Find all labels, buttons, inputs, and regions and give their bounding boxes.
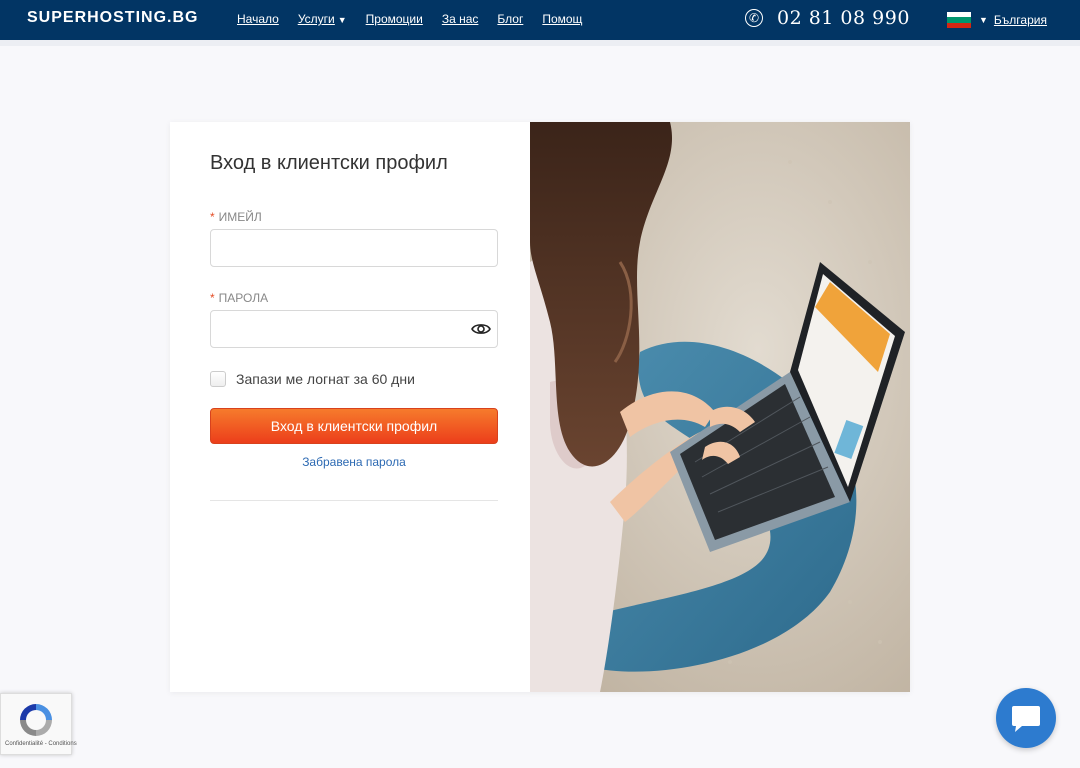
chevron-down-icon: ▼ xyxy=(979,15,988,25)
phone-number: 02 81 08 990 xyxy=(777,7,910,29)
woman-with-laptop-image xyxy=(530,122,910,692)
nav-blog[interactable]: Блог xyxy=(497,12,523,26)
required-mark: * xyxy=(210,291,215,305)
email-field[interactable] xyxy=(210,229,498,267)
nav-help[interactable]: Помощ xyxy=(542,12,582,26)
remember-checkbox[interactable] xyxy=(210,371,226,387)
nav-about[interactable]: За нас xyxy=(442,12,479,26)
nav-services-label: Услуги xyxy=(297,12,335,26)
language-label[interactable]: България xyxy=(994,13,1047,27)
remember-label: Запази ме логнат за 60 дни xyxy=(236,371,415,387)
email-label: * ИМЕЙЛ xyxy=(210,210,498,224)
password-label-text: ПАРОЛА xyxy=(218,291,269,305)
nav-services[interactable]: Услуги ▼ xyxy=(298,12,347,26)
login-card: Вход в клиентски профил * ИМЕЙЛ * ПАРОЛА З… xyxy=(170,122,910,692)
site-logo[interactable]: SUPERHOSTING.BG xyxy=(27,9,198,27)
recaptcha-badge[interactable]: Confidentialité - Conditions xyxy=(0,693,77,755)
password-label: * ПАРОЛА xyxy=(210,291,498,305)
chat-button[interactable] xyxy=(996,688,1056,748)
chevron-down-icon: ▼ xyxy=(337,15,347,25)
recaptcha-links[interactable]: Confidentialité - Conditions xyxy=(5,741,77,747)
email-label-text: ИМЕЙЛ xyxy=(218,210,262,224)
recaptcha-logo-icon xyxy=(20,704,52,736)
remember-me[interactable]: Запази ме логнат за 60 дни xyxy=(210,371,498,387)
password-field[interactable] xyxy=(210,310,498,348)
chat-bubble-icon xyxy=(1012,706,1040,732)
hero-photo xyxy=(530,122,910,692)
nav-promotions[interactable]: Промоции xyxy=(366,12,423,26)
page-title: Вход в клиентски профил xyxy=(210,152,448,174)
bulgaria-flag-icon xyxy=(947,12,971,28)
main-nav: Начало Услуги ▼ Промоции За нас Блог Помо… xyxy=(237,12,601,26)
required-mark: * xyxy=(210,210,215,224)
phone-icon: ✆ xyxy=(745,9,763,27)
header-shadow xyxy=(0,40,1080,46)
forgot-password-link[interactable]: Забравена парола xyxy=(210,455,498,469)
nav-home[interactable]: Начало xyxy=(237,12,279,26)
phone-contact[interactable]: ✆ 02 81 08 990 xyxy=(745,7,910,29)
top-navigation-bar: SUPERHOSTING.BG Начало Услуги ▼ Промоции … xyxy=(0,0,1080,40)
eye-icon[interactable] xyxy=(471,321,491,337)
language-selector[interactable]: ▼ България xyxy=(947,12,1047,28)
login-form: Вход в клиентски профил * ИМЕЙЛ * ПАРОЛА З… xyxy=(210,152,498,501)
login-button[interactable]: Вход в клиентски профил xyxy=(210,408,498,444)
form-divider xyxy=(210,500,498,501)
